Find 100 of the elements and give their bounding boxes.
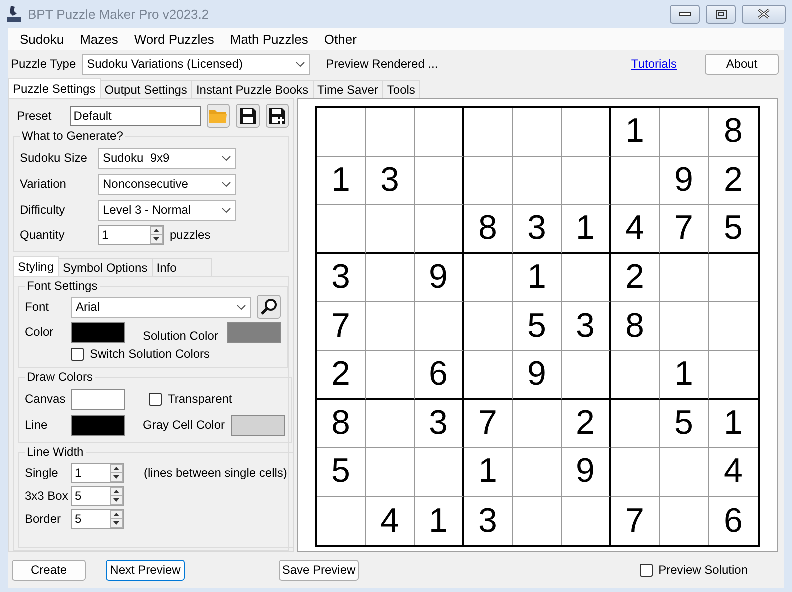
grid-cell [611, 400, 660, 448]
grid-cell: 3 [317, 254, 366, 302]
dropdown[interactable]: Nonconsecutive [98, 174, 236, 194]
line-width-spinbox[interactable]: 1 [71, 462, 124, 482]
grid-cell: 1 [317, 156, 366, 206]
field-label: Color [25, 325, 55, 339]
color-swatch[interactable] [227, 322, 281, 342]
checkbox[interactable] [149, 392, 162, 406]
grid-cell: 2 [317, 350, 366, 400]
menu-item[interactable]: Math Puzzles [222, 32, 316, 46]
grid-cell: 1 [562, 205, 611, 254]
dropdown[interactable]: Level 3 - Normal [98, 200, 236, 220]
menu-item[interactable]: Mazes [72, 32, 126, 46]
field-label: Sudoku Size [20, 151, 88, 165]
color-swatch[interactable] [71, 388, 125, 410]
tab[interactable]: Styling [13, 256, 60, 276]
grid-cell [562, 156, 611, 206]
spinner-arrows-icon[interactable] [150, 226, 163, 244]
menu-item[interactable]: Other [316, 32, 365, 46]
grid-cell [317, 108, 366, 157]
grid-cell: 9 [415, 254, 464, 302]
tab[interactable]: Symbol Options [58, 258, 153, 276]
tab[interactable]: Info [152, 258, 212, 276]
grid-cell: 1 [709, 400, 758, 448]
grid-cell: 1 [660, 350, 709, 400]
checkbox[interactable] [640, 564, 653, 576]
tab[interactable]: Output Settings [100, 80, 192, 98]
grid-cell: 9 [660, 156, 709, 206]
save-preview-button[interactable]: Save Preview [279, 560, 359, 580]
preview-status: Preview Rendered ... [326, 57, 438, 71]
grid-cell [366, 254, 415, 302]
color-swatch[interactable] [231, 414, 286, 436]
dropdown[interactable]: Sudoku 9x9 [98, 148, 236, 168]
next-preview-button[interactable]: Next Preview [106, 560, 185, 580]
grid-cell [464, 350, 513, 400]
tab[interactable]: Tools [382, 80, 420, 98]
field-label: 3x3 Box [25, 488, 69, 502]
checkbox[interactable] [71, 348, 84, 360]
color-swatch[interactable] [71, 414, 125, 436]
grid-cell [464, 108, 513, 157]
save-as-button[interactable] [266, 104, 289, 128]
grid-cell [464, 254, 513, 302]
grid-cell [660, 448, 709, 497]
grid-cell [513, 448, 562, 497]
field-label: Canvas [25, 392, 65, 406]
grid-cell: 8 [709, 108, 758, 157]
search-button[interactable] [257, 295, 281, 319]
color-swatch[interactable] [71, 322, 125, 342]
line-width-spinbox[interactable]: 5 [71, 486, 124, 506]
grid-cell: 1 [611, 108, 660, 157]
grid-cell [366, 350, 415, 400]
line-width-spinbox[interactable]: 5 [71, 508, 124, 528]
grid-cell [464, 156, 513, 206]
grid-cell [611, 448, 660, 497]
grid-cell: 1 [464, 448, 513, 497]
checkbox-label: Preview Solution [658, 563, 748, 577]
grid-cell: 7 [611, 496, 660, 546]
field-label: Border [25, 512, 62, 526]
minimize-button[interactable] [670, 4, 700, 24]
hint-text: (lines between single cells) [144, 466, 288, 480]
field-label: Line [25, 418, 49, 432]
group-title: Font Settings [26, 279, 99, 293]
grid-cell: 3 [366, 156, 415, 206]
create-button[interactable]: Create [12, 560, 86, 580]
spinner-arrows-icon[interactable] [110, 510, 123, 528]
close-button[interactable] [742, 4, 786, 24]
grid-cell: 7 [660, 205, 709, 254]
puzzle-type-label: Puzzle Type [11, 57, 76, 71]
grid-cell [366, 448, 415, 497]
spinner-arrows-icon[interactable] [110, 486, 123, 504]
menu-item[interactable]: Sudoku [12, 32, 72, 46]
grid-cell [513, 400, 562, 448]
grid-cell [611, 156, 660, 206]
unit-label: puzzles [170, 228, 211, 242]
grid-cell: 3 [464, 496, 513, 546]
field-label: Gray Cell Color [143, 418, 226, 432]
font-dropdown[interactable]: Arial [71, 296, 251, 318]
menu-item[interactable]: Word Puzzles [126, 32, 222, 46]
field-label: Font [25, 300, 50, 314]
quantity-spinbox[interactable]: 1 [98, 225, 164, 245]
maximize-button[interactable] [706, 4, 736, 24]
grid-cell: 4 [709, 448, 758, 497]
about-button[interactable]: About [705, 54, 779, 74]
field-label: Single [25, 466, 60, 480]
spinner-arrows-icon[interactable] [110, 464, 123, 482]
grid-cell [415, 448, 464, 497]
grid-cell: 2 [709, 156, 758, 206]
preset-field[interactable]: Default [70, 106, 201, 126]
tab[interactable]: Puzzle Settings [8, 78, 101, 98]
grid-cell [513, 108, 562, 157]
grid-cell [415, 156, 464, 206]
puzzle-type-dropdown[interactable]: Sudoku Variations (Licensed) [82, 54, 310, 74]
grid-cell: 2 [611, 254, 660, 302]
grid-cell [562, 254, 611, 302]
group-title: Line Width [26, 445, 85, 459]
window-title: BPT Puzzle Maker Pro v2023.2 [28, 6, 210, 22]
save-button[interactable] [236, 104, 260, 128]
tutorials-link[interactable]: Tutorials [631, 57, 677, 71]
caret-icon [237, 304, 246, 310]
grid-cell [366, 400, 415, 448]
